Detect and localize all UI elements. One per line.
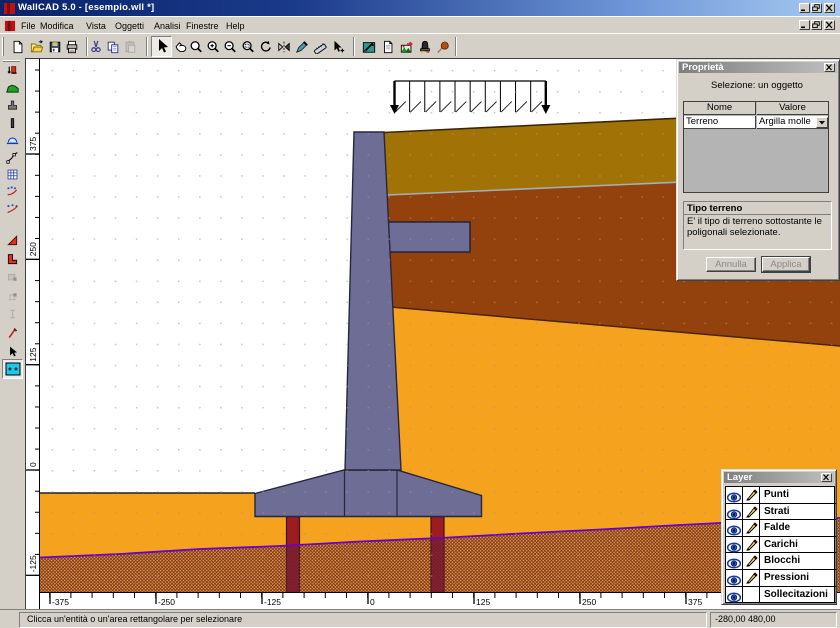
svg-text:125: 125 (28, 347, 38, 361)
svg-text:-125: -125 (28, 555, 38, 572)
svg-text:0: 0 (28, 462, 38, 467)
svg-text:375: 375 (28, 137, 38, 151)
svg-text:250: 250 (28, 242, 38, 256)
